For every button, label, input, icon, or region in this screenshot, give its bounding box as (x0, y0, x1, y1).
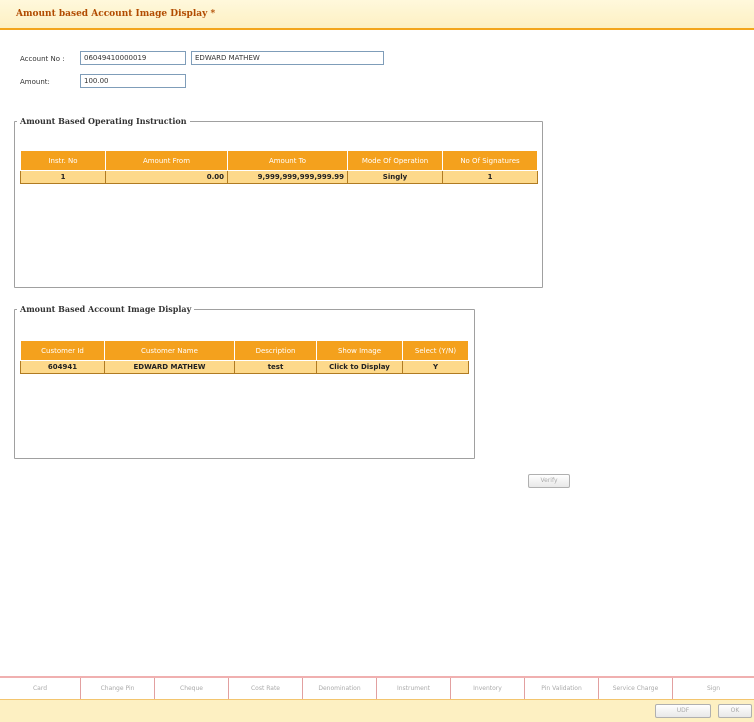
cell-amount-from: 0.00 (105, 170, 228, 184)
cell-description: test (234, 360, 317, 374)
header-amount-from[interactable]: Amount From (105, 150, 228, 171)
cell-instr-no: 1 (20, 170, 106, 184)
tab-denomination[interactable]: Denomination (303, 678, 377, 699)
tab-inventory[interactable]: Inventory (451, 678, 525, 699)
account-no-label: Account No : (20, 55, 65, 63)
table-row[interactable]: 1 0.00 9,999,999,999,999.99 Singly 1 (20, 170, 538, 184)
image-display-legend: Amount Based Account Image Display (20, 304, 192, 314)
tab-cheque[interactable]: Cheque (155, 678, 229, 699)
amount-label: Amount: (20, 78, 50, 86)
bottom-action-bar: UDF OK (0, 699, 754, 722)
image-display-group: Amount Based Account Image Display (14, 304, 475, 459)
cell-mode-of-operation: Singly (347, 170, 443, 184)
amount-input[interactable]: 100.00 (80, 74, 186, 88)
cell-select[interactable]: Y (402, 360, 469, 374)
bottom-tab-bar: Card Change Pin Cheque Cost Rate Denomin… (0, 676, 754, 699)
window-title: Amount based Account Image Display * (16, 9, 216, 19)
header-show-image[interactable]: Show Image (316, 340, 403, 361)
table-row[interactable]: 604941 EDWARD MATHEW test Click to Displ… (20, 360, 469, 374)
header-no-of-signatures[interactable]: No Of Signatures (442, 150, 538, 171)
account-name-input[interactable]: EDWARD MATHEW (191, 51, 384, 65)
verify-button[interactable]: Verify (528, 474, 570, 488)
cell-customer-id: 604941 (20, 360, 105, 374)
operating-instruction-legend: Amount Based Operating Instruction (20, 116, 187, 126)
header-instr-no[interactable]: Instr. No (20, 150, 106, 171)
operating-instruction-group: Amount Based Operating Instruction (14, 116, 543, 288)
udf-button[interactable]: UDF (655, 704, 711, 718)
account-no-input[interactable]: 06049410000019 (80, 51, 186, 65)
operating-instruction-table: Instr. No Amount From Amount To Mode Of … (20, 150, 538, 184)
operating-instruction-header-row: Instr. No Amount From Amount To Mode Of … (20, 150, 538, 171)
cell-customer-name: EDWARD MATHEW (104, 360, 235, 374)
tab-card[interactable]: Card (0, 678, 81, 699)
tab-service-charge[interactable]: Service Charge (599, 678, 673, 699)
tab-instrument[interactable]: Instrument (377, 678, 451, 699)
header-customer-name[interactable]: Customer Name (104, 340, 235, 361)
window-titlebar: Amount based Account Image Display * (0, 0, 754, 30)
tab-sign[interactable]: Sign (673, 678, 754, 699)
tab-change-pin[interactable]: Change Pin (81, 678, 155, 699)
header-customer-id[interactable]: Customer Id (20, 340, 105, 361)
tab-pin-validation[interactable]: Pin Validation (525, 678, 599, 699)
header-select[interactable]: Select (Y/N) (402, 340, 469, 361)
tab-cost-rate[interactable]: Cost Rate (229, 678, 303, 699)
cell-no-of-signatures: 1 (442, 170, 538, 184)
image-display-table: Customer Id Customer Name Description Sh… (20, 340, 469, 374)
header-amount-to[interactable]: Amount To (227, 150, 348, 171)
header-mode-of-operation[interactable]: Mode Of Operation (347, 150, 443, 171)
header-description[interactable]: Description (234, 340, 317, 361)
image-display-header-row: Customer Id Customer Name Description Sh… (20, 340, 469, 361)
cell-amount-to: 9,999,999,999,999.99 (227, 170, 348, 184)
cell-show-image-link[interactable]: Click to Display (316, 360, 403, 374)
ok-button[interactable]: OK (718, 704, 752, 718)
